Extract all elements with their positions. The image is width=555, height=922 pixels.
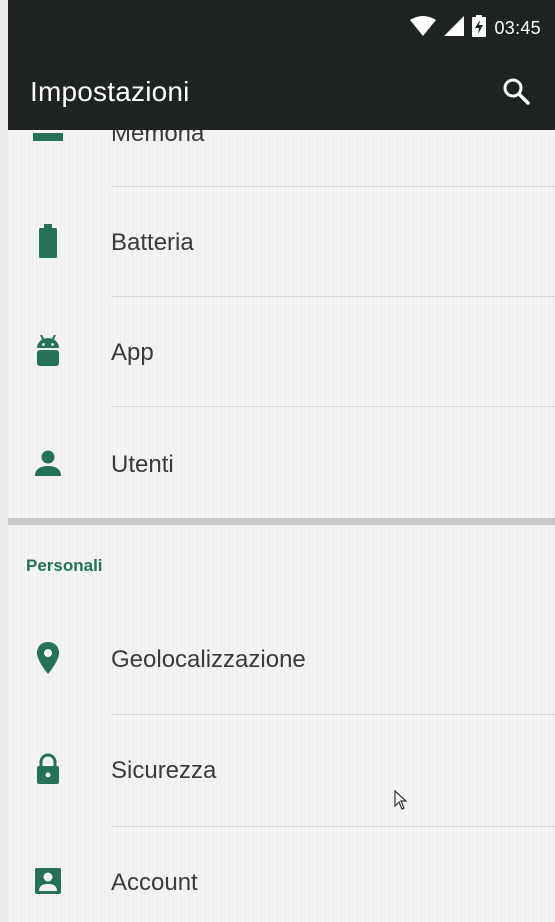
settings-item-label: Batteria <box>111 229 194 256</box>
account-box-icon <box>32 865 64 897</box>
section-header-personali: Personali <box>26 556 103 575</box>
settings-item-app[interactable]: App <box>8 297 555 407</box>
settings-item-label: Sicurezza <box>111 757 217 784</box>
settings-item-utenti[interactable]: Utenti <box>8 407 555 517</box>
app-bar: Impostazioni <box>8 58 555 130</box>
section-divider <box>8 518 555 525</box>
lock-icon <box>32 753 64 785</box>
settings-item-geolocalizzazione[interactable]: Geolocalizzazione <box>8 604 555 714</box>
settings-item-sicurezza[interactable]: Sicurezza <box>8 715 555 825</box>
settings-item-label: Utenti <box>111 451 174 478</box>
settings-screen: Memoria Batteria App Utenti Personali Ge… <box>8 0 555 922</box>
page-title: Impostazioni <box>30 76 190 107</box>
battery-charging-icon <box>472 15 487 41</box>
settings-item-label: Geolocalizzazione <box>111 646 306 673</box>
wifi-icon <box>410 16 437 40</box>
signal-icon <box>444 16 465 40</box>
location-pin-icon <box>32 642 64 674</box>
search-icon[interactable] <box>501 76 531 106</box>
status-icons: 03:45 <box>410 14 541 42</box>
settings-item-account[interactable]: Account <box>8 827 555 922</box>
status-time: 03:45 <box>494 17 541 38</box>
settings-item-label: App <box>111 339 154 366</box>
settings-item-batteria[interactable]: Batteria <box>8 187 555 297</box>
battery-icon <box>32 224 64 258</box>
settings-item-label: Account <box>111 869 198 896</box>
android-icon <box>32 334 64 367</box>
mouse-cursor-icon <box>394 789 408 814</box>
person-icon <box>32 447 64 479</box>
status-bar: 03:45 <box>8 0 555 58</box>
